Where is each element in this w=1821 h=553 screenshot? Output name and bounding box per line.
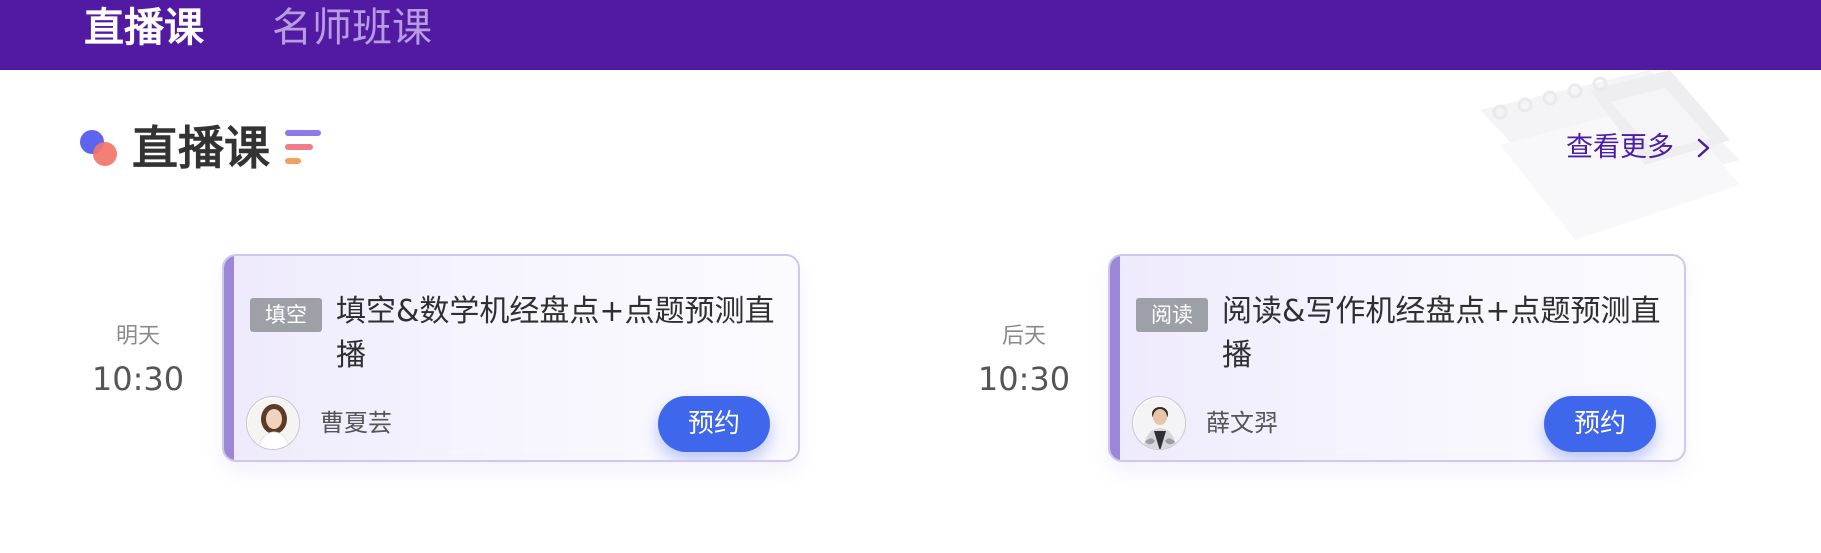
bars-decoration-icon bbox=[285, 130, 325, 166]
tab-famous-teacher-class[interactable]: 名师班课 bbox=[272, 4, 432, 52]
card-accent-edge bbox=[1110, 256, 1120, 460]
teacher-photo-icon bbox=[248, 398, 299, 449]
teacher-photo-icon bbox=[1134, 398, 1185, 449]
course-tag: 填空 bbox=[250, 298, 322, 332]
course-clock: 10:30 bbox=[91, 360, 185, 398]
chevron-right-icon[interactable] bbox=[1694, 138, 1714, 158]
course-title[interactable]: 阅读&写作机经盘点+点题预测直播 bbox=[1222, 290, 1662, 378]
course-day: 后天 bbox=[1001, 324, 1046, 349]
course-clock: 10:30 bbox=[977, 360, 1071, 398]
course-tag: 阅读 bbox=[1136, 298, 1208, 332]
course-day: 明天 bbox=[115, 324, 160, 349]
teacher-name: 薛文羿 bbox=[1206, 409, 1278, 437]
course-card[interactable]: 阅读 阅读&写作机经盘点+点题预测直播 薛文羿 预约 bbox=[1108, 254, 1686, 462]
course-title[interactable]: 填空&数学机经盘点+点题预测直播 bbox=[336, 290, 776, 378]
teacher-name: 曹夏芸 bbox=[320, 409, 392, 437]
see-more-link[interactable]: 查看更多 bbox=[1566, 130, 1674, 166]
card-accent-edge bbox=[224, 256, 234, 460]
course-card[interactable]: 填空 填空&数学机经盘点+点题预测直播 曹夏芸 预约 bbox=[222, 254, 800, 462]
teacher-avatar[interactable] bbox=[1132, 396, 1186, 450]
tab-live-course[interactable]: 直播课 bbox=[84, 4, 204, 52]
course-time: 后天 10:30 bbox=[964, 322, 1084, 400]
reserve-button[interactable]: 预约 bbox=[1544, 396, 1656, 452]
section-dot-icon bbox=[93, 142, 117, 166]
course-time: 明天 10:30 bbox=[78, 322, 198, 400]
section-title: 直播课 bbox=[132, 121, 270, 175]
teacher-avatar[interactable] bbox=[246, 396, 300, 450]
top-tab-bar: 直播课 名师班课 bbox=[0, 0, 1821, 70]
reserve-button[interactable]: 预约 bbox=[658, 396, 770, 452]
